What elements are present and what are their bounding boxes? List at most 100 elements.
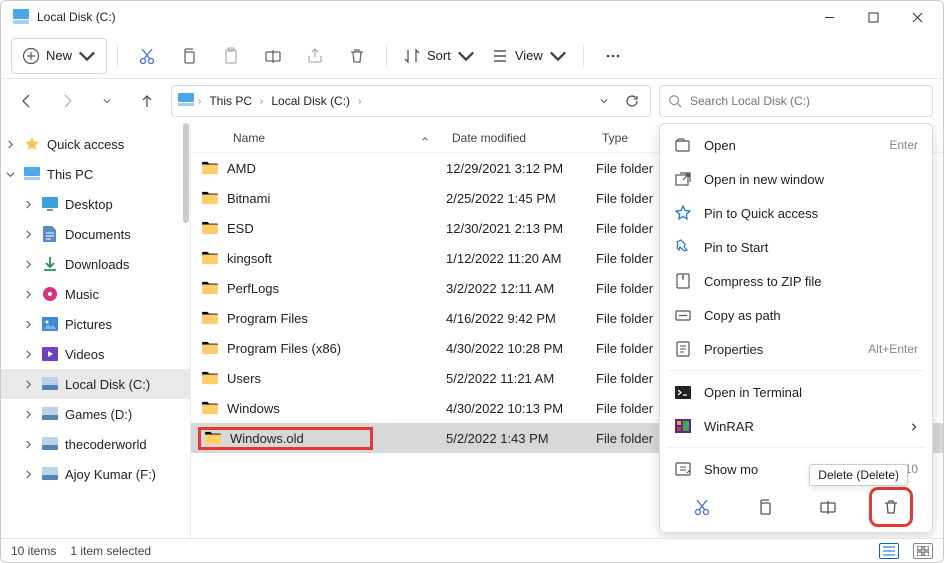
- copypath-icon: [674, 306, 692, 324]
- menu-accel: Alt+Enter: [868, 342, 918, 356]
- col-date[interactable]: Date modified: [446, 131, 596, 145]
- sidebar-item-ajoy-kumar-f-[interactable]: Ajoy Kumar (F:): [1, 459, 190, 489]
- sidebar-item-label: Desktop: [65, 197, 113, 212]
- recent-button[interactable]: [91, 85, 123, 117]
- expand-icon[interactable]: [21, 200, 35, 209]
- file-date: 5/2/2022 1:43 PM: [446, 431, 596, 446]
- sidebar-item-label: Local Disk (C:): [65, 377, 150, 392]
- more-button[interactable]: [594, 38, 632, 74]
- menu-item-properties[interactable]: Properties Alt+Enter: [660, 332, 932, 366]
- details-view-button[interactable]: [879, 543, 899, 559]
- share-button[interactable]: [296, 38, 334, 74]
- menu-item-open-in-terminal[interactable]: Open in Terminal: [660, 375, 932, 409]
- expand-icon[interactable]: [21, 230, 35, 239]
- file-date: 2/25/2022 1:45 PM: [446, 191, 596, 206]
- menu-item-compress-to-zip-file[interactable]: Compress to ZIP file: [660, 264, 932, 298]
- expand-icon[interactable]: [21, 260, 35, 269]
- file-date: 12/30/2021 2:13 PM: [446, 221, 596, 236]
- sidebar-item-music[interactable]: Music: [1, 279, 190, 309]
- disk-icon: [41, 465, 59, 483]
- delete-tooltip: Delete (Delete): [809, 464, 908, 486]
- props-icon: [674, 340, 692, 358]
- expand-icon[interactable]: [21, 410, 35, 419]
- address-dropdown[interactable]: [592, 89, 616, 113]
- file-name: Program Files (x86): [227, 341, 341, 356]
- paste-button[interactable]: [212, 38, 250, 74]
- menu-item-pin-to-quick-access[interactable]: Pin to Quick access: [660, 196, 932, 230]
- refresh-button[interactable]: [620, 89, 644, 113]
- sidebar-item-label: thecoderworld: [65, 437, 147, 452]
- search-box[interactable]: [659, 85, 933, 117]
- pin-icon: [674, 238, 692, 256]
- sort-button[interactable]: Sort: [397, 38, 481, 74]
- new-button[interactable]: New: [11, 38, 107, 74]
- expand-icon[interactable]: [21, 440, 35, 449]
- menu-label: Open in Terminal: [704, 385, 918, 400]
- pictures-icon: [41, 315, 59, 333]
- sidebar-item-documents[interactable]: Documents: [1, 219, 190, 249]
- menu-action-row: [660, 486, 932, 528]
- forward-button[interactable]: [51, 85, 83, 117]
- file-name: Program Files: [227, 311, 308, 326]
- sidebar-item-downloads[interactable]: Downloads: [1, 249, 190, 279]
- menu-item-winrar[interactable]: WinRAR: [660, 409, 932, 443]
- sidebar-item-this-pc[interactable]: This PC: [1, 159, 190, 189]
- icons-view-button[interactable]: [913, 543, 933, 559]
- disk-icon: [41, 375, 59, 393]
- expand-icon[interactable]: [3, 140, 17, 149]
- file-date: 1/12/2022 11:20 AM: [446, 251, 596, 266]
- menu-item-open-in-new-window[interactable]: Open in new window: [660, 162, 932, 196]
- titlebar: Local Disk (C:): [1, 1, 943, 33]
- menu-item-copy-as-path[interactable]: Copy as path: [660, 298, 932, 332]
- back-button[interactable]: [11, 85, 43, 117]
- videos-icon: [41, 345, 59, 363]
- sidebar-item-videos[interactable]: Videos: [1, 339, 190, 369]
- menu-label: Properties: [704, 342, 856, 357]
- menu-label: Pin to Start: [704, 240, 918, 255]
- expand-icon[interactable]: [21, 380, 35, 389]
- cut-button[interactable]: [128, 38, 166, 74]
- terminal-icon: [674, 383, 692, 401]
- winrar-icon: [674, 417, 692, 435]
- sidebar-item-quick-access[interactable]: Quick access: [1, 129, 190, 159]
- expand-icon[interactable]: [21, 470, 35, 479]
- cut-button[interactable]: [685, 492, 719, 522]
- expand-icon[interactable]: [21, 290, 35, 299]
- delete-button[interactable]: [874, 492, 908, 522]
- expand-icon[interactable]: [3, 170, 17, 179]
- expand-icon[interactable]: [21, 350, 35, 359]
- menu-label: WinRAR: [704, 419, 898, 434]
- sidebar-item-pictures[interactable]: Pictures: [1, 309, 190, 339]
- chevron-down-icon: [457, 47, 475, 65]
- delete-button[interactable]: [338, 38, 376, 74]
- close-button[interactable]: [895, 2, 939, 32]
- search-input[interactable]: [690, 94, 924, 108]
- up-button[interactable]: [131, 85, 163, 117]
- rename-button[interactable]: [254, 38, 292, 74]
- sidebar-scrollbar[interactable]: [183, 123, 189, 223]
- minimize-button[interactable]: [807, 2, 851, 32]
- breadcrumb-thispc[interactable]: This PC: [205, 94, 256, 108]
- window-title: Local Disk (C:): [37, 10, 116, 24]
- copy-button[interactable]: [748, 492, 782, 522]
- breadcrumb-disk[interactable]: Local Disk (C:): [267, 94, 354, 108]
- sidebar-item-thecoderworld[interactable]: thecoderworld: [1, 429, 190, 459]
- menu-item-pin-to-start[interactable]: Pin to Start: [660, 230, 932, 264]
- expand-icon[interactable]: [21, 320, 35, 329]
- file-date: 4/30/2022 10:13 PM: [446, 401, 596, 416]
- new-label: New: [46, 48, 72, 63]
- sidebar-item-games-d-[interactable]: Games (D:): [1, 399, 190, 429]
- col-name[interactable]: Name: [201, 131, 446, 145]
- address-bar[interactable]: › This PC › Local Disk (C:) ›: [171, 85, 651, 117]
- copy-button[interactable]: [170, 38, 208, 74]
- sidebar-item-local-disk-c-[interactable]: Local Disk (C:): [1, 369, 190, 399]
- file-date: 4/16/2022 9:42 PM: [446, 311, 596, 326]
- menu-item-open[interactable]: OpenEnter: [660, 128, 932, 162]
- maximize-button[interactable]: [851, 2, 895, 32]
- sidebar-item-desktop[interactable]: Desktop: [1, 189, 190, 219]
- view-button[interactable]: View: [485, 38, 573, 74]
- sidebar-item-label: Ajoy Kumar (F:): [65, 467, 156, 482]
- rename-button[interactable]: [811, 492, 845, 522]
- pc-icon: [178, 93, 194, 110]
- folder-icon: [204, 431, 222, 445]
